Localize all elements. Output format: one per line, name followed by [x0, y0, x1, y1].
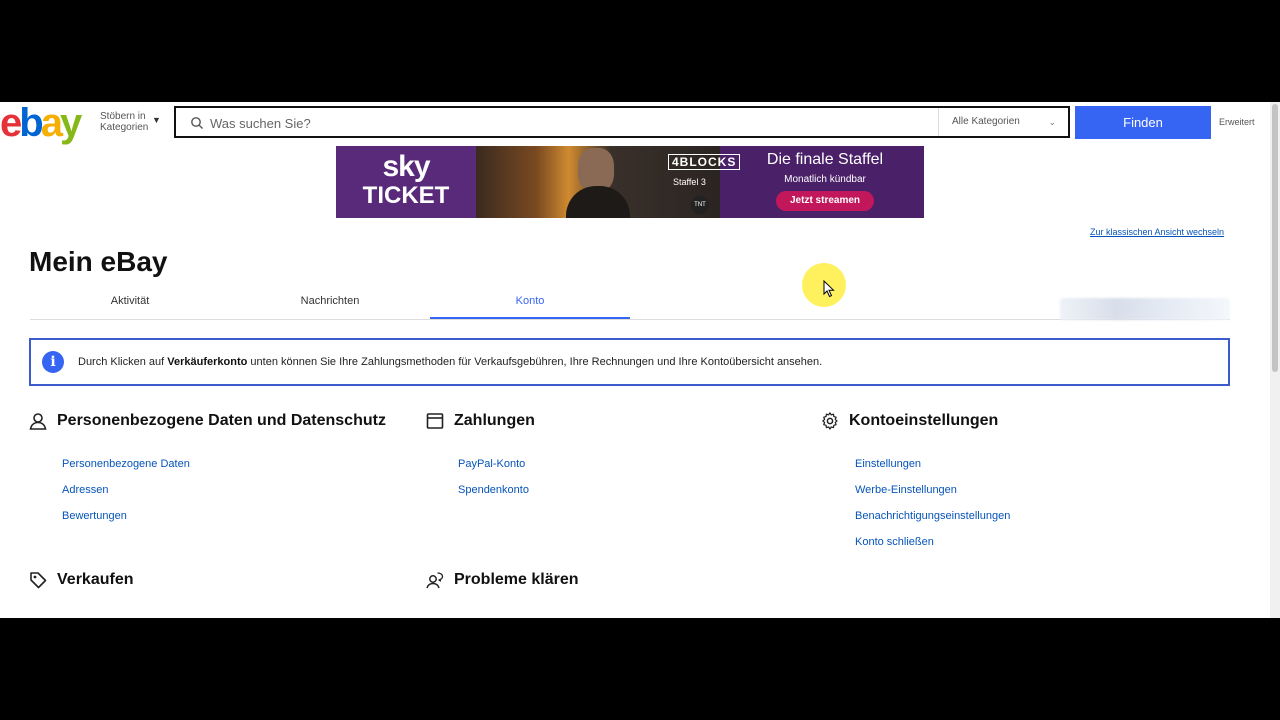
info-text-pre: Durch Klicken auf	[78, 356, 168, 368]
shop-by-label-1: Stöbern in	[100, 111, 146, 122]
shop-by-category[interactable]: Stöbern in Kategorien ▼	[100, 111, 161, 133]
link-notifications[interactable]: Benachrichtigungseinstellungen	[855, 510, 1010, 522]
caret-down-icon: ▼	[152, 115, 161, 125]
info-text-bold: Verkäuferkonto	[167, 356, 248, 368]
shop-by-label-2: Kategorien	[100, 122, 149, 133]
ticket-brand: TICKET	[362, 182, 450, 209]
scrollbar-thumb[interactable]	[1272, 104, 1278, 372]
section-settings-title: Kontoeinstellungen	[849, 412, 999, 429]
search-input[interactable]	[208, 109, 942, 137]
logo-letter-a: a	[40, 102, 63, 145]
link-addresses[interactable]: Adressen	[62, 484, 108, 496]
find-button[interactable]: Finden	[1075, 106, 1211, 139]
section-problems-heading: Probleme klären	[426, 571, 579, 589]
tag-icon	[30, 572, 47, 589]
section-selling-title: Verkaufen	[57, 571, 134, 588]
stream-button[interactable]: Jetzt streamen	[776, 191, 874, 211]
search-icon	[191, 117, 203, 129]
vertical-scrollbar[interactable]	[1270, 102, 1280, 618]
search-bar: Alle Kategorien ⌄	[174, 106, 1070, 138]
logo-letter-y: y	[59, 102, 82, 145]
section-problems-title: Probleme klären	[454, 571, 579, 588]
person-icon	[29, 413, 47, 430]
section-payments-title: Zahlungen	[454, 412, 535, 429]
browser-viewport: ebay Stöbern in Kategorien ▼ Alle Katego…	[0, 102, 1280, 618]
link-paypal[interactable]: PayPal-Konto	[458, 458, 525, 470]
ebay-logo[interactable]: ebay	[0, 102, 94, 144]
tab-account[interactable]: Konto	[430, 288, 630, 319]
link-ad-settings[interactable]: Werbe-Einstellungen	[855, 484, 957, 496]
link-personal-data[interactable]: Personenbezogene Daten	[62, 458, 190, 470]
support-icon	[426, 572, 444, 589]
category-select[interactable]: Alle Kategorien ⌄	[938, 108, 1068, 136]
sky-ticket-logo: sky TICKET	[336, 146, 476, 218]
tab-activity[interactable]: Aktivität	[30, 288, 230, 318]
logo-letter-e: e	[0, 102, 22, 145]
info-banner: i Durch Klicken auf Verkäuferkonto unten…	[29, 338, 1230, 386]
category-select-value: Alle Kategorien	[952, 116, 1020, 127]
advanced-search-link[interactable]: Erweitert	[1219, 117, 1255, 127]
tnt-logo: TNT	[691, 196, 709, 214]
info-icon: i	[42, 351, 64, 373]
logo-letter-b: b	[19, 102, 44, 145]
section-settings-heading: Kontoeinstellungen	[821, 412, 998, 430]
classic-view-link[interactable]: Zur klassischen Ansicht wechseln	[1090, 227, 1224, 237]
banner-headline: Die finale Staffel	[766, 151, 884, 168]
link-donations[interactable]: Spendenkonto	[458, 484, 529, 496]
season-label: Staffel 3	[673, 177, 706, 187]
mouse-pointer-icon	[823, 280, 835, 298]
gear-icon	[822, 412, 838, 430]
section-selling-heading: Verkaufen	[29, 571, 133, 589]
sky-brand: sky	[382, 150, 430, 183]
tab-messages[interactable]: Nachrichten	[230, 288, 430, 318]
ad-banner[interactable]: sky TICKET 4BLOCKS Staffel 3 TNT Die fin…	[336, 146, 924, 218]
banner-subline: Monatlich kündbar	[784, 174, 866, 185]
info-text-post: unten können Sie Ihre Zahlungsmethoden f…	[247, 356, 823, 368]
section-personal-title: Personenbezogene Daten und Datenschutz	[57, 412, 386, 429]
page-title: Mein eBay	[29, 246, 168, 277]
section-personal-heading: Personenbezogene Daten und Datenschutz	[29, 412, 386, 430]
info-text: Durch Klicken auf Verkäuferkonto unten k…	[78, 356, 822, 368]
blurred-username	[1060, 298, 1230, 320]
link-feedback[interactable]: Bewertungen	[62, 510, 127, 522]
tab-bar: Aktivität Nachrichten Konto	[30, 288, 1230, 320]
link-settings[interactable]: Einstellungen	[855, 458, 921, 470]
actor-body	[566, 186, 630, 218]
link-close-account[interactable]: Konto schließen	[855, 536, 934, 548]
section-payments-heading: Zahlungen	[426, 412, 535, 430]
card-icon	[426, 413, 444, 429]
chevron-down-icon: ⌄	[1048, 117, 1056, 127]
